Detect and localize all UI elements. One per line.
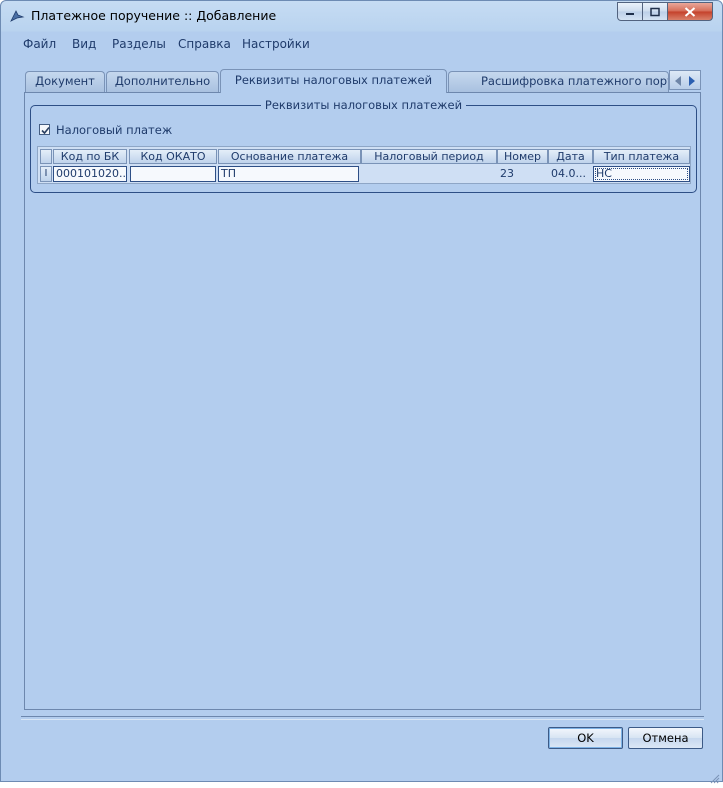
tab-tax-requisites-label: Реквизиты налоговых платежей [234,73,433,87]
minimize-button[interactable] [617,2,643,21]
tab-scroll-buttons [669,70,701,90]
tab-tax-requisites[interactable]: Реквизиты налоговых платежей [220,69,447,93]
main-window: Платежное поручение :: Добавление Файл В… [0,0,723,784]
minimize-icon [626,12,634,15]
cell-kbk[interactable]: 000101020... [53,166,127,182]
tab-document-label: Документ [35,74,95,88]
menu-settings-label: Настройки [242,37,310,51]
group-title: Реквизиты налоговых платежей [260,98,467,112]
menu-help-label: Справка [178,37,231,51]
ok-button[interactable]: OK [548,727,623,749]
tab-document[interactable]: Документ [25,71,105,92]
menu-sections[interactable]: Разделы [112,37,166,51]
status-bar [1,767,722,784]
title-bar[interactable]: Платежное поручение :: Добавление [1,1,722,31]
tab-scroll-right-icon[interactable] [686,73,698,87]
cell-date[interactable]: 04.0... [548,166,593,182]
cell-payment-type[interactable]: НС [593,166,690,182]
maximize-button[interactable] [642,2,668,21]
resize-grip-icon[interactable] [710,769,720,784]
tab-payment-breakdown[interactable]: Расшифровка платежного поручения [448,71,669,92]
tax-payment-checkbox-label: Налоговый платеж [56,123,173,137]
tab-additional-label: Дополнительно [114,74,211,88]
grid-corner [40,149,52,164]
cancel-button[interactable]: Отмена [628,727,703,749]
tax-grid: Код по БК Код ОКАТО Основание платежа На… [37,146,691,184]
close-button[interactable] [667,2,713,21]
col-header-number[interactable]: Номер [497,149,548,164]
close-icon [684,6,696,17]
tax-requisites-group: Реквизиты налоговых платежей Налоговый п… [30,98,697,193]
col-header-period[interactable]: Налоговый период [361,149,497,164]
maximize-icon [650,7,660,16]
menu-file[interactable]: Файл [23,37,56,51]
col-header-basis[interactable]: Основание платежа [218,149,361,164]
col-header-date[interactable]: Дата [548,149,593,164]
tax-payment-checkbox[interactable] [39,124,50,135]
menu-help[interactable]: Справка [178,37,231,51]
tab-payment-breakdown-label: Расшифровка платежного поручения [481,74,668,88]
cell-number[interactable]: 23 [497,166,548,182]
footer-divider [21,716,704,720]
app-icon [9,8,25,24]
tab-scroll-left-icon[interactable] [672,73,684,87]
menu-file-label: Файл [23,37,57,51]
menu-settings[interactable]: Настройки [242,37,310,51]
menu-view-label: Вид [72,37,97,51]
tab-panel: Реквизиты налоговых платежей Налоговый п… [24,92,701,710]
tab-strip: Документ Дополнительно Реквизиты налогов… [25,69,701,93]
col-header-kbk[interactable]: Код по БК [53,149,127,164]
cell-period[interactable] [361,166,497,182]
col-header-okato[interactable]: Код ОКАТО [129,149,217,164]
col-header-type[interactable]: Тип платежа [593,149,690,164]
tab-additional[interactable]: Дополнительно [106,71,219,92]
window-title: Платежное поручение :: Добавление [31,8,277,23]
menu-sections-label: Разделы [112,37,166,51]
menu-view[interactable]: Вид [72,37,96,51]
cell-basis[interactable]: ТП [218,166,359,182]
cell-okato[interactable] [130,166,216,182]
checkmark-icon [41,126,50,135]
row-indicator[interactable]: I [40,166,52,182]
